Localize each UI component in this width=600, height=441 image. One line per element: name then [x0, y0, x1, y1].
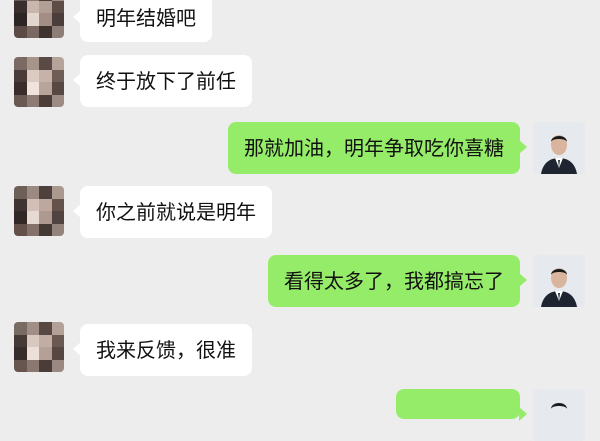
message-bubble-outgoing[interactable] [396, 389, 527, 421]
message-bubble-incoming[interactable]: 你之前就说是明年 [73, 186, 272, 238]
contact-avatar[interactable] [14, 57, 64, 107]
man-in-suit-avatar[interactable] [533, 255, 585, 307]
contact-avatar[interactable] [14, 186, 64, 236]
message-bubble-outgoing[interactable]: 那就加油，明年争取吃你喜糖 [228, 122, 527, 174]
message-bubble-outgoing[interactable]: 看得太多了，我都搞忘了 [268, 255, 527, 307]
message-bubble-incoming[interactable]: 我来反馈，很准 [73, 324, 252, 376]
avatar-portrait-icon [533, 389, 585, 441]
message-bubble-incoming[interactable]: 明年结婚吧 [73, 0, 212, 42]
message-bubble-incoming[interactable]: 终于放下了前任 [73, 55, 252, 107]
avatar-portrait-icon [533, 255, 585, 307]
contact-avatar[interactable] [14, 0, 64, 38]
avatar-portrait-icon [533, 122, 585, 174]
man-in-suit-avatar[interactable] [533, 389, 585, 441]
man-in-suit-avatar[interactable] [533, 122, 585, 174]
contact-avatar[interactable] [14, 322, 64, 372]
